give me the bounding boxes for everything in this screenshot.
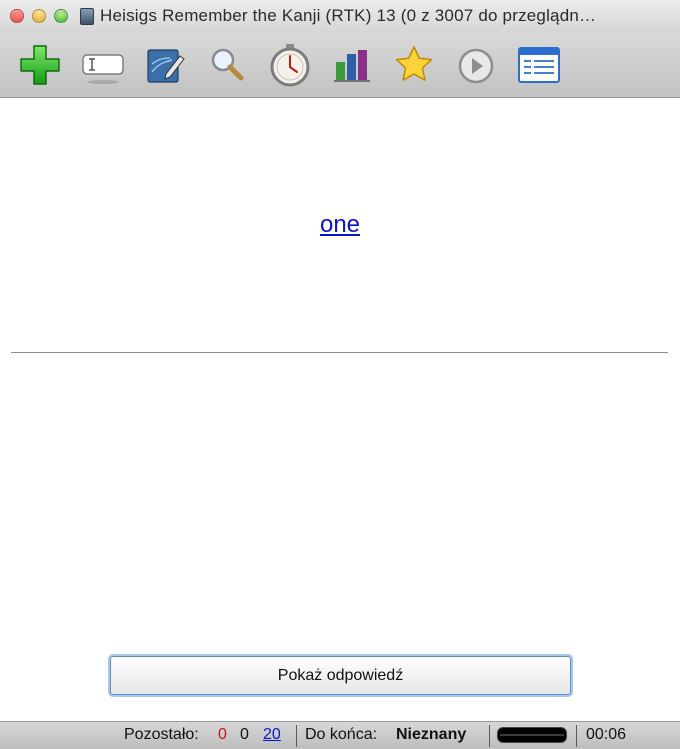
count-review-link[interactable]: 20 (263, 726, 281, 744)
card-view: one Pokaż odpowiedź (0, 99, 680, 721)
document-proxy-icon[interactable] (80, 7, 94, 25)
edit-icon (147, 49, 185, 83)
card-question-link[interactable]: one (0, 211, 680, 239)
search-icon (211, 48, 244, 81)
zoom-window-button[interactable] (54, 9, 68, 23)
status-separator (489, 725, 490, 747)
question-answer-divider (11, 352, 668, 353)
window-title: Heisigs Remember the Kanji (RTK) 13 (0 z… (100, 6, 597, 25)
statistics-button[interactable] (330, 42, 376, 88)
add-icon (20, 45, 60, 85)
star-icon (395, 46, 433, 81)
edit-deck-button[interactable] (142, 42, 188, 88)
replay-audio-button[interactable] (453, 42, 499, 88)
card-list-button[interactable] (516, 42, 562, 88)
play-icon (458, 48, 494, 84)
status-separator (296, 725, 297, 747)
stats-icon (334, 50, 370, 82)
timer-icon (270, 44, 310, 87)
session-timer: 00:06 (586, 726, 627, 743)
eta-label: Do końca: (305, 726, 378, 743)
eta-value: Nieznany (396, 726, 467, 743)
show-answer-button[interactable]: Pokaż odpowiedź (110, 656, 571, 695)
browse-search-button[interactable] (204, 42, 250, 88)
list-icon (518, 47, 560, 83)
close-window-button[interactable] (10, 9, 24, 23)
title-bar: Heisigs Remember the Kanji (RTK) 13 (0 z… (0, 0, 680, 32)
progress-bar (498, 728, 566, 742)
edit-current-button[interactable] (80, 42, 126, 88)
timebox-button[interactable] (267, 42, 313, 88)
add-card-button[interactable] (17, 42, 63, 88)
status-separator (576, 725, 577, 747)
mark-card-button[interactable] (391, 42, 437, 88)
count-learning: 0 (240, 726, 249, 743)
toolbar (0, 32, 680, 98)
status-bar: Pozostało: 0 0 20 Do końca: Nieznany 00:… (0, 721, 680, 749)
minimize-window-button[interactable] (32, 9, 46, 23)
window-controls (10, 9, 68, 23)
count-new: 0 (218, 726, 227, 743)
text-field-icon (82, 54, 124, 84)
remaining-label: Pozostało: (124, 726, 199, 743)
